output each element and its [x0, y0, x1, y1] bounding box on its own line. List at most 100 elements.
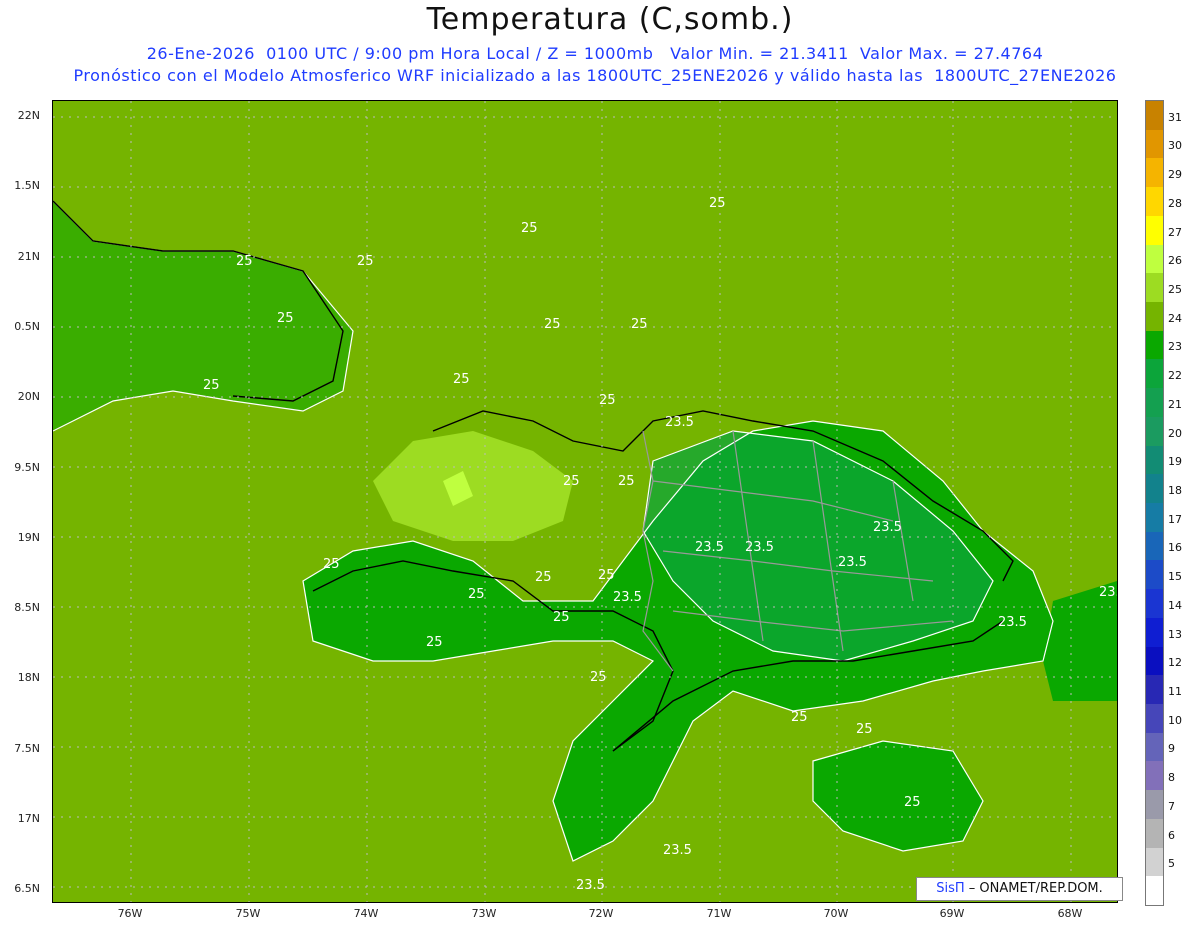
- credit-box: SisΠ – ONAMET/REP.DOM.: [916, 877, 1123, 901]
- contour-label: 25: [599, 393, 616, 408]
- contour-label: 25: [590, 670, 607, 685]
- lat-label: 0.5N: [14, 319, 40, 333]
- lon-label: 70W: [823, 907, 849, 920]
- legend-swatch: [1146, 732, 1163, 762]
- legend-value: 27: [1168, 225, 1182, 239]
- contour-label: 25: [544, 317, 561, 332]
- contour-label: 25: [535, 570, 552, 585]
- lon-label: 76W: [117, 907, 143, 920]
- legend-swatch: [1146, 761, 1163, 791]
- legend-value: 15: [1168, 570, 1182, 584]
- legend-value: 20: [1168, 426, 1182, 440]
- legend-swatch: [1146, 503, 1163, 533]
- credit-brand: SisΠ: [936, 881, 965, 896]
- contour-label: 23.5: [745, 540, 774, 555]
- contour-label: 25: [453, 372, 470, 387]
- legend-value: 7: [1168, 799, 1175, 813]
- contour-label: 25: [856, 722, 873, 737]
- lat-label: 20N: [17, 390, 40, 404]
- lon-label: 73W: [471, 907, 497, 920]
- legend-swatch: [1146, 359, 1163, 389]
- legend-swatch: [1146, 617, 1163, 648]
- legend-swatch: [1146, 273, 1163, 303]
- legend-swatch: [1146, 847, 1163, 877]
- contour-label: 25: [553, 610, 570, 625]
- legend-value: 17: [1168, 512, 1182, 526]
- lon-label: 71W: [706, 907, 732, 920]
- lat-label: 7.5N: [14, 741, 40, 755]
- lat-label: 9.5N: [14, 460, 40, 474]
- legend-value: 21: [1168, 397, 1182, 411]
- contour-label: 23.5: [613, 590, 642, 605]
- legend-swatch: [1146, 445, 1163, 475]
- legend-swatch: [1146, 388, 1163, 418]
- contour-label: 23.5: [663, 843, 692, 858]
- lat-label: 22N: [17, 109, 40, 122]
- legend-swatch: [1146, 589, 1163, 619]
- lon-label: 75W: [235, 907, 261, 920]
- legend-swatch: [1146, 129, 1163, 159]
- lat-label: 21N: [17, 249, 40, 263]
- legend-swatch: [1146, 474, 1163, 504]
- legend-swatch: [1146, 876, 1163, 906]
- contour-label: 23.5: [873, 520, 902, 535]
- lon-label: 74W: [353, 907, 379, 920]
- legend-value: 23: [1168, 340, 1182, 354]
- contour-label: 23.5: [1099, 585, 1117, 600]
- legend-value: 5: [1168, 857, 1175, 871]
- legend-value: 16: [1168, 541, 1182, 555]
- color-legend: [1145, 100, 1164, 906]
- legend-swatch: [1146, 675, 1163, 705]
- legend-value: 10: [1168, 713, 1182, 727]
- legend-value: 9: [1168, 742, 1175, 756]
- legend-swatch: [1146, 330, 1163, 360]
- credit-org: – ONAMET/REP.DOM.: [968, 881, 1103, 896]
- contour-label: 23.5: [998, 615, 1027, 630]
- contour-label: 25: [521, 221, 538, 236]
- map-canvas: 25 25 25 25 25 25 25 25 25 25 25 25 25 25 25 25 25 25 25 25…: [53, 101, 1117, 902]
- legend-value: 22: [1168, 369, 1182, 383]
- temperature-map: 25 25 25 25 25 25 25 25 25 25 25 25 25 25 25 25 25 25 25 25…: [52, 100, 1118, 903]
- legend-swatch: [1146, 646, 1163, 676]
- legend-swatch: [1146, 101, 1163, 131]
- legend-swatch: [1146, 531, 1163, 561]
- contour-label: 23.5: [695, 540, 724, 555]
- lat-label: 17N: [17, 812, 40, 825]
- legend-value: 11: [1168, 685, 1182, 698]
- lat-label: 1.5N: [14, 179, 40, 193]
- legend-swatch: [1146, 560, 1163, 590]
- legend-swatch: [1146, 416, 1163, 447]
- contour-label: 25: [357, 254, 374, 269]
- legend-value: 24: [1168, 311, 1182, 325]
- contour-label: 25: [277, 311, 294, 326]
- contour-label: 25: [631, 317, 648, 332]
- legend-value: 8: [1168, 771, 1175, 785]
- contour-label: 25: [904, 795, 921, 810]
- legend-swatch: [1146, 818, 1163, 849]
- forecast-time-line: 26-Ene-2026 0100 UTC / 9:00 pm Hora Loca…: [146, 44, 1044, 63]
- legend-swatch: [1146, 158, 1163, 188]
- map-title: Temperatura (C,somb.): [426, 2, 794, 37]
- legend-swatch: [1146, 302, 1163, 332]
- contour-label: 23.5: [576, 878, 605, 893]
- lon-label: 68W: [1057, 907, 1083, 920]
- contour-label: 25: [791, 710, 808, 725]
- legend-value: 19: [1168, 455, 1182, 469]
- legend-value: 6: [1168, 828, 1175, 842]
- legend-value: 31: [1168, 110, 1182, 124]
- legend-swatch: [1146, 215, 1163, 246]
- lon-label: 72W: [588, 907, 614, 920]
- contour-label: 25: [598, 568, 615, 583]
- lat-label: 18N: [17, 671, 40, 685]
- legend-value: 18: [1168, 484, 1182, 497]
- lat-label: 8.5N: [14, 601, 40, 615]
- contour-label: 25: [323, 557, 340, 572]
- contour-label: 25: [236, 254, 253, 269]
- contour-label: 25: [426, 635, 443, 650]
- legend-swatch: [1146, 704, 1163, 734]
- legend-value: 26: [1168, 254, 1182, 268]
- contour-label: 25: [203, 378, 220, 393]
- lon-label: 69W: [939, 907, 965, 920]
- legend-value: 28: [1168, 196, 1182, 210]
- legend-value: 29: [1168, 168, 1182, 182]
